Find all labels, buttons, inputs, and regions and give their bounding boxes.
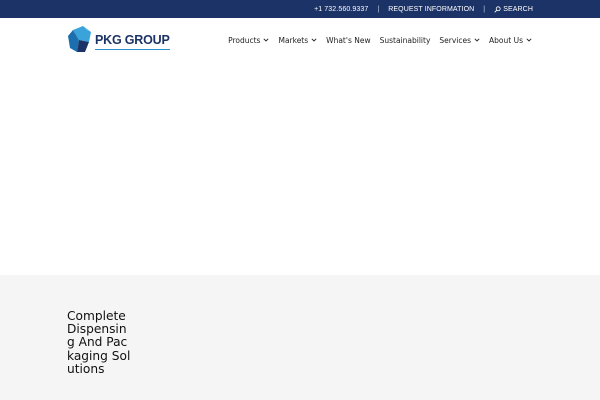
nav-item-label: Products bbox=[228, 35, 261, 45]
main-header: PKG GROUP Products Markets What's New Su… bbox=[0, 18, 600, 62]
nav-item-label: Services bbox=[439, 35, 472, 45]
site-logo[interactable]: PKG GROUP bbox=[67, 26, 170, 54]
page-tagline: Complete Dispensing And Packaging Soluti… bbox=[67, 309, 131, 376]
magnifier-icon bbox=[494, 5, 501, 13]
nav-item-services[interactable]: Services bbox=[439, 36, 480, 45]
main-navigation: Products Markets What's New Sustainabili… bbox=[228, 18, 532, 62]
nav-item-whats-new[interactable]: What's New bbox=[326, 36, 370, 45]
hero-area bbox=[0, 62, 600, 275]
chevron-down-icon bbox=[263, 38, 269, 42]
intro-section: Complete Dispensing And Packaging Soluti… bbox=[0, 275, 600, 400]
nav-item-label: Sustainability bbox=[379, 35, 431, 45]
nav-item-sustainability[interactable]: Sustainability bbox=[380, 36, 431, 45]
nav-item-products[interactable]: Products bbox=[228, 36, 269, 45]
utility-separator: | bbox=[377, 5, 380, 13]
utility-links: +1 732.560.9337 | REQUEST INFORMATION | … bbox=[314, 0, 533, 18]
nav-item-label: About Us bbox=[489, 35, 523, 45]
logo-wordmark: PKG GROUP bbox=[95, 33, 170, 50]
chevron-down-icon bbox=[526, 38, 532, 42]
search-button[interactable]: SEARCH bbox=[494, 6, 533, 13]
chevron-down-icon bbox=[311, 38, 317, 42]
chevron-down-icon bbox=[474, 38, 480, 42]
logo-underline bbox=[95, 49, 170, 50]
utility-separator: | bbox=[483, 5, 486, 13]
request-information-link[interactable]: REQUEST INFORMATION bbox=[388, 6, 474, 13]
nav-item-about-us[interactable]: About Us bbox=[489, 36, 532, 45]
search-label: SEARCH bbox=[503, 5, 533, 13]
top-utility-bar: +1 732.560.9337 | REQUEST INFORMATION | … bbox=[0, 0, 600, 18]
nav-item-label: Markets bbox=[278, 35, 309, 45]
nav-item-markets[interactable]: Markets bbox=[278, 36, 317, 45]
pkg-box-logo bbox=[68, 26, 91, 52]
phone-link[interactable]: +1 732.560.9337 bbox=[314, 6, 368, 13]
nav-item-label: What's New bbox=[326, 35, 371, 45]
